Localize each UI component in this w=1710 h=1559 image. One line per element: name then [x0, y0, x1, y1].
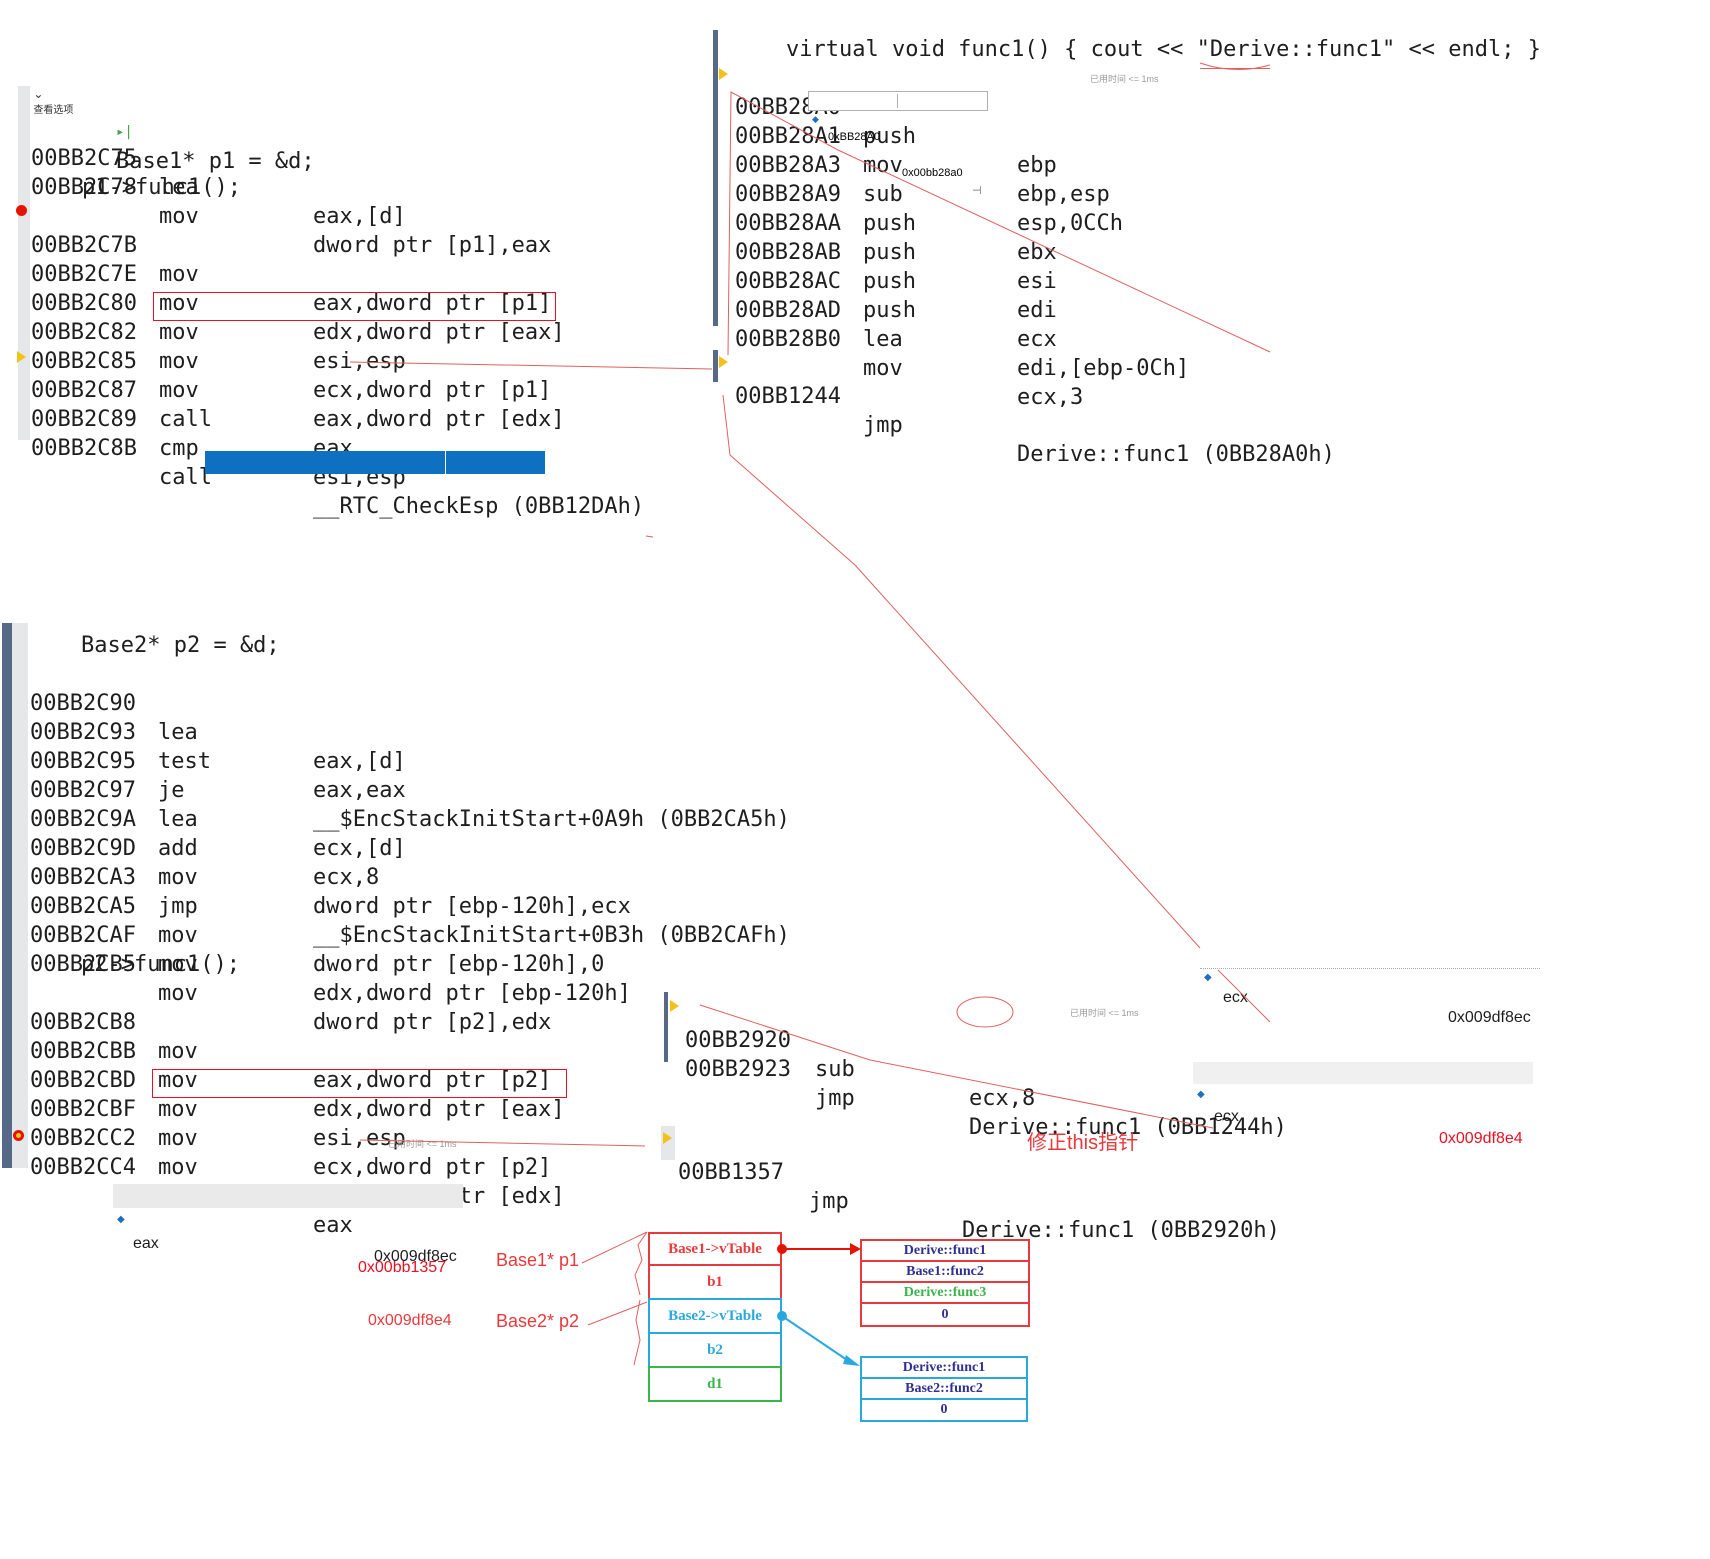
- vptr2-arrowhead: [843, 1355, 860, 1366]
- vptr1-arrowhead: [850, 1243, 861, 1255]
- vtable-pointer-arrows: [777, 1243, 861, 1366]
- vptr2-arrow: [781, 1315, 851, 1363]
